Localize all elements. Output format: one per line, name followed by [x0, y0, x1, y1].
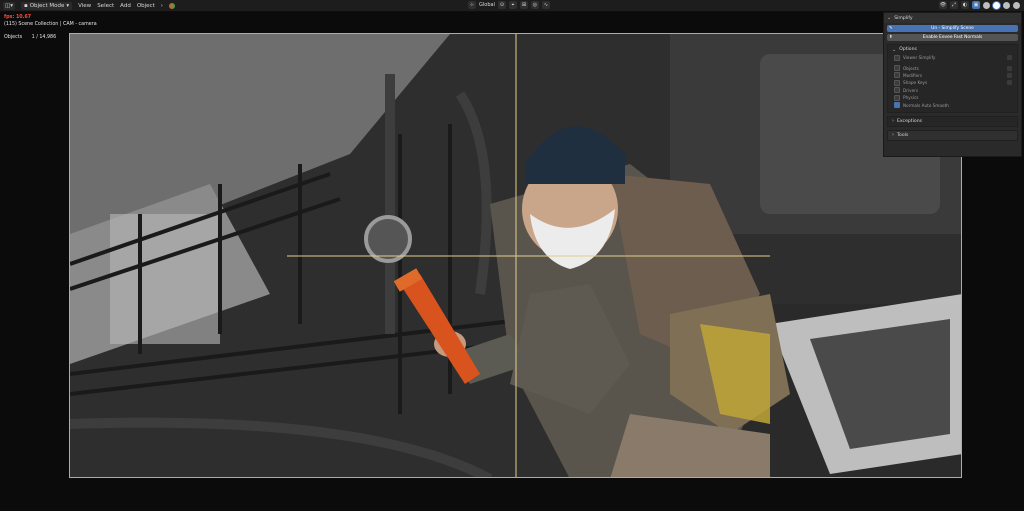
option-modifiers[interactable]: Modifiers [888, 72, 1017, 79]
option-label: Normals Auto Smooth [903, 102, 949, 108]
menu-object[interactable]: Object [137, 3, 155, 9]
material-shading-icon[interactable] [1003, 1, 1010, 9]
menu-select[interactable]: Select [97, 3, 114, 9]
menu-add[interactable]: Add [120, 3, 131, 9]
simplify-panel-header[interactable]: ⌄ Simplify [884, 13, 1021, 23]
wireframe-shading-icon[interactable] [983, 1, 990, 9]
option-label: Physics [903, 95, 919, 101]
chevron-right-icon: › [892, 118, 894, 125]
options-title: Options [899, 47, 917, 52]
proportional-edit-icon[interactable]: ◎ [530, 1, 539, 9]
checkbox[interactable] [894, 94, 900, 101]
bright-wall [110, 214, 220, 344]
menu-view[interactable]: View [78, 3, 91, 9]
brush-icon: ✎ [889, 26, 893, 31]
keyframe-icon[interactable] [1007, 80, 1012, 86]
unsimplify-scene-button[interactable]: ✎ Un - Simplify Scene [887, 25, 1018, 32]
object-mode-dropdown[interactable]: ▪ Object Mode ▾ [20, 1, 73, 10]
checkbox[interactable] [894, 65, 900, 72]
solid-shading-icon[interactable] [993, 1, 1000, 9]
transform-orientation-dropdown[interactable]: Global [479, 2, 495, 8]
option-label: Objects [903, 65, 919, 71]
checkbox[interactable] [894, 54, 900, 61]
option-normals-auto-smooth[interactable]: Normals Auto Smooth [888, 101, 1017, 109]
editor-type-button[interactable]: ◫▾ [3, 1, 15, 10]
checkbox[interactable] [894, 72, 900, 79]
option-objects[interactable]: Objects [888, 64, 1017, 72]
checkbox[interactable] [894, 87, 900, 94]
visibility-icon[interactable]: 👁 [939, 1, 947, 9]
overlay-icon[interactable]: ◐ [961, 1, 969, 9]
camera-frame[interactable] [69, 33, 962, 478]
object-mode-icon: ▪ [23, 2, 28, 9]
xray-icon[interactable]: ▣ [972, 1, 980, 9]
collection-readout: (115) Scene Collection | CAM - camera [4, 22, 97, 27]
option-label: Viewer Simplify [903, 55, 936, 61]
tools-subpanel[interactable]: › Tools [887, 129, 1018, 141]
viewport-header: ◫▾ ▪ Object Mode ▾ View Select Add Objec… [0, 0, 1024, 12]
simplify-title: Simplify [894, 15, 913, 21]
keyframe-icon[interactable] [1007, 55, 1012, 61]
fps-readout: fps: 10.67 [4, 15, 32, 20]
checkbox[interactable] [894, 79, 900, 86]
options-header[interactable]: ⌄ Options [888, 45, 1017, 54]
exceptions-title: Exceptions [897, 118, 923, 124]
unsimplify-label: Un - Simplify Scene [931, 26, 974, 31]
objects-count: 1 / 14,986 [31, 35, 57, 40]
tools-title: Tools [897, 132, 909, 138]
exceptions-subpanel[interactable]: › Exceptions [887, 115, 1018, 127]
porthole [364, 215, 412, 263]
addon-icon[interactable] [168, 2, 175, 9]
option-label: Shape Keys [903, 80, 928, 86]
option-shape-keys[interactable]: Shape Keys [888, 79, 1017, 86]
option-viewer-simplify[interactable]: Viewer Simplify [888, 54, 1017, 61]
object-mode-label: Object Mode [29, 2, 65, 9]
normals-icon: ⇞ [889, 35, 893, 40]
option-drivers[interactable]: Drivers [888, 87, 1017, 94]
viewport-shading-tools: 👁 ⤢ ◐ ▣ [939, 1, 1020, 9]
objects-label: Objects [4, 35, 23, 40]
keyframe-icon[interactable] [1007, 65, 1012, 71]
fast-normals-button[interactable]: ⇞ Enable Eevee Fast Normals [887, 34, 1018, 41]
objects-readout: Objects 1 / 14,986 [4, 35, 56, 40]
snap-target-icon[interactable]: ⊞ [519, 1, 528, 9]
pivot-icon[interactable]: ⊙ [497, 1, 506, 9]
snap-icon[interactable]: ⌖ [508, 1, 517, 9]
option-physics[interactable]: Physics [888, 94, 1017, 101]
keyframe-icon[interactable] [1007, 72, 1012, 78]
scene-render [70, 34, 961, 477]
sidebar-panel: ⌄ Simplify ✎ Un - Simplify Scene ⇞ Enabl… [883, 12, 1022, 157]
falloff-icon[interactable]: ∿ [541, 1, 550, 9]
options-subpanel: ⌄ Options Viewer Simplify Objects Modifi… [887, 44, 1018, 113]
transform-tools: ⊹ Global ⊙ ⌖ ⊞ ◎ ∿ [468, 1, 550, 9]
chevron-right-icon: › [892, 132, 894, 139]
gizmo-icon[interactable]: ⤢ [950, 1, 958, 9]
fast-normals-label: Enable Eevee Fast Normals [922, 35, 983, 40]
rendered-shading-icon[interactable] [1013, 1, 1020, 9]
chevron-down-icon: ▾ [66, 2, 70, 9]
option-label: Modifiers [903, 72, 923, 78]
chevron-right-icon[interactable]: › [161, 3, 163, 9]
chevron-down-icon: ⌄ [887, 15, 892, 21]
chevron-down-icon: ⌄ [892, 46, 897, 53]
option-label: Drivers [903, 87, 919, 93]
checkbox[interactable] [894, 102, 900, 109]
orientation-icon[interactable]: ⊹ [468, 1, 476, 9]
